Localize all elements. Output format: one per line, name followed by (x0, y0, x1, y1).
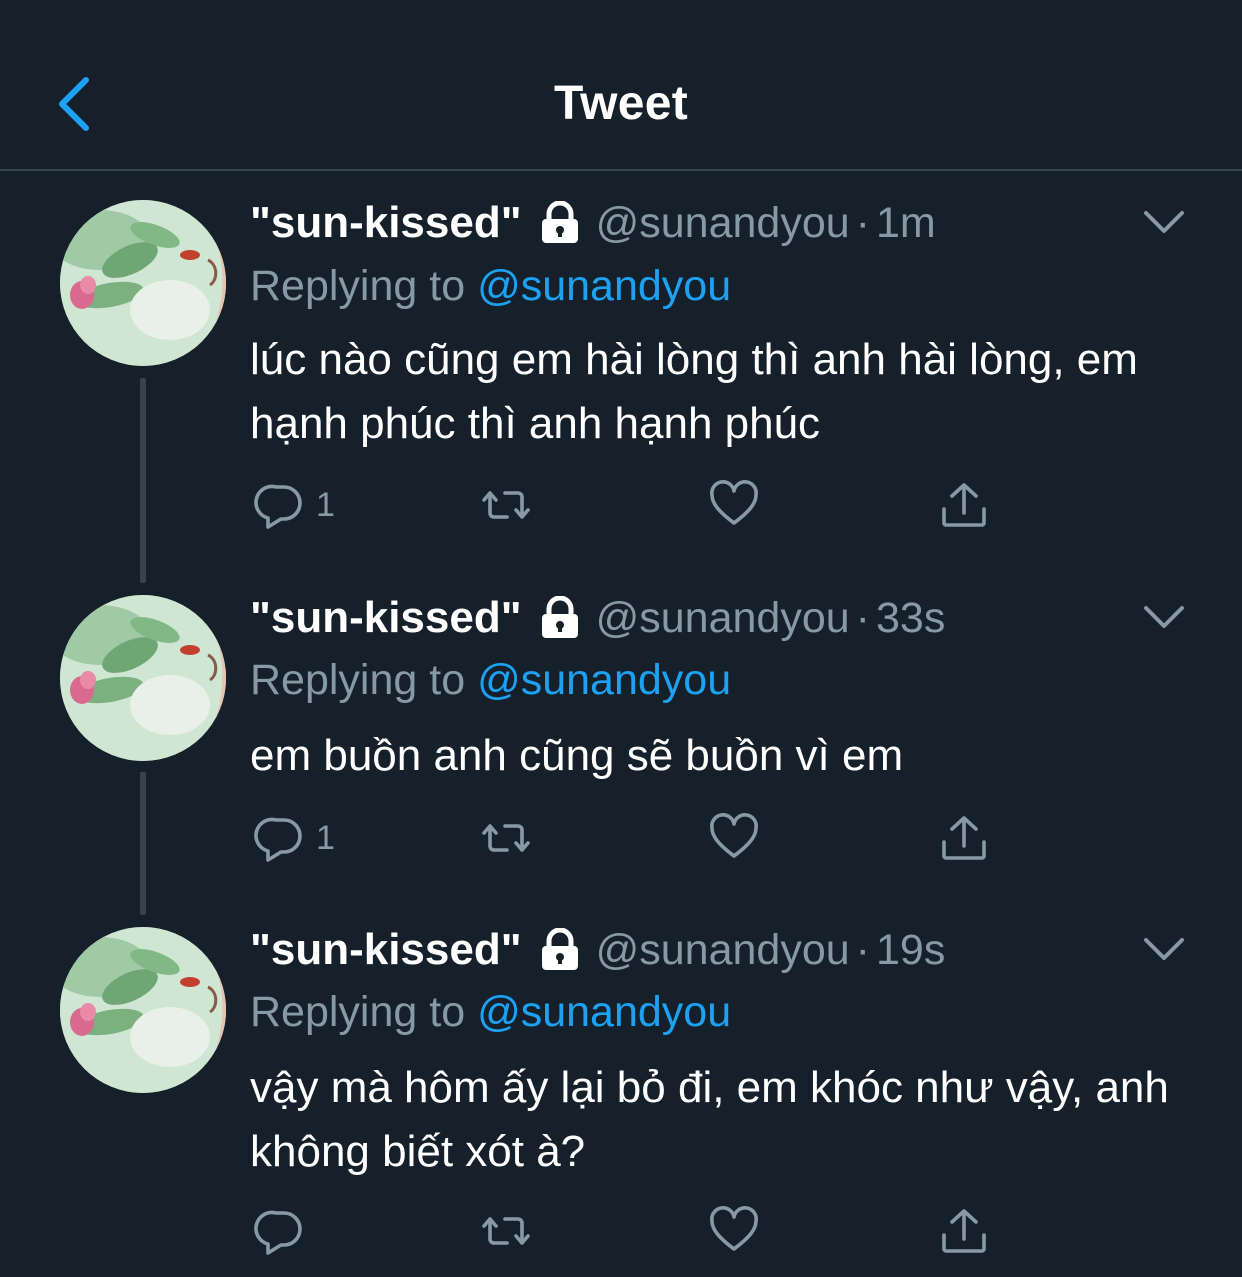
like-icon (708, 479, 760, 531)
display-name[interactable]: "sun-kissed" (250, 925, 522, 975)
tweet-actions: 1 (250, 808, 1010, 868)
timestamp: 33s (875, 593, 946, 642)
reply-icon (254, 479, 306, 531)
timestamp: 1m (875, 198, 936, 247)
separator-dot: · (855, 925, 870, 974)
tweet-actions: 1 (250, 475, 1010, 535)
user-handle[interactable]: @sunandyou (596, 594, 850, 643)
retweet-icon (480, 812, 532, 864)
chevron-down-icon (1140, 598, 1188, 638)
avatar[interactable] (60, 595, 226, 761)
like-icon (708, 812, 760, 864)
page-title: Tweet (554, 77, 688, 130)
lock-icon (538, 928, 582, 972)
avatar[interactable] (60, 927, 226, 1093)
reply-count: 1 (316, 485, 335, 524)
tweet-header: "sun-kissed" @sunandyou · 1m (250, 195, 936, 251)
lock-icon (538, 201, 582, 245)
replying-to-label: Replying to (250, 656, 478, 704)
replying-to-label: Replying to (250, 988, 478, 1036)
user-handle[interactable]: @sunandyou (596, 926, 850, 975)
replying-to-line: Replying to @sunandyou (250, 262, 731, 311)
reply-count: 1 (316, 818, 335, 857)
tweet-thread-screen: Tweet "sun-kissed" @sunandyou · 1m Reply… (0, 0, 1242, 1277)
retweet-icon (480, 1205, 532, 1257)
reply-button[interactable] (254, 1201, 316, 1261)
separator-dot: · (855, 198, 870, 247)
tweet-text: lúc nào cũng em hài lòng thì anh hài lòn… (250, 335, 1138, 448)
avatar-image (60, 595, 226, 761)
replying-to-link[interactable]: @sunandyou (477, 656, 731, 704)
retweet-button[interactable] (480, 1201, 532, 1261)
share-icon (938, 479, 990, 531)
tweet-text: em buồn anh cũng sẽ buồn vì em (250, 731, 904, 780)
thread-connector-line (140, 378, 146, 583)
tweet-menu-button[interactable] (1140, 598, 1188, 638)
chevron-down-icon (1140, 203, 1188, 243)
user-handle[interactable]: @sunandyou (596, 199, 850, 248)
tweet-header: "sun-kissed" @sunandyou · 33s (250, 590, 945, 646)
avatar-image (60, 200, 226, 366)
like-button[interactable] (708, 475, 760, 535)
like-icon (708, 1205, 760, 1257)
tweet-menu-button[interactable] (1140, 203, 1188, 243)
reply-button[interactable]: 1 (254, 808, 335, 868)
tweet-menu-button[interactable] (1140, 930, 1188, 970)
share-icon (938, 812, 990, 864)
share-icon (938, 1205, 990, 1257)
avatar[interactable] (60, 200, 226, 366)
tweet-header: "sun-kissed" @sunandyou · 19s (250, 922, 945, 978)
reply-button[interactable]: 1 (254, 475, 335, 535)
tweet-text: vậy mà hôm ấy lại bỏ đi, em khóc như vậy… (250, 1063, 1169, 1176)
timestamp: 19s (875, 925, 946, 974)
replying-to-line: Replying to @sunandyou (250, 656, 731, 705)
replying-to-line: Replying to @sunandyou (250, 988, 731, 1037)
retweet-button[interactable] (480, 475, 532, 535)
tweet-actions (250, 1201, 1010, 1261)
avatar-image (60, 927, 226, 1093)
like-button[interactable] (708, 1201, 760, 1261)
display-name[interactable]: "sun-kissed" (250, 198, 522, 248)
replying-to-link[interactable]: @sunandyou (477, 988, 731, 1036)
retweet-icon (480, 479, 532, 531)
thread-connector-line (140, 772, 146, 915)
display-name[interactable]: "sun-kissed" (250, 593, 522, 643)
replying-to-label: Replying to (250, 262, 478, 310)
lock-icon (538, 596, 582, 640)
share-button[interactable] (938, 475, 990, 535)
separator-dot: · (855, 593, 870, 642)
like-button[interactable] (708, 808, 760, 868)
reply-icon (254, 1205, 306, 1257)
chevron-down-icon (1140, 930, 1188, 970)
top-navigation-bar: Tweet (0, 0, 1242, 171)
reply-icon (254, 812, 306, 864)
replying-to-link[interactable]: @sunandyou (477, 262, 731, 310)
retweet-button[interactable] (480, 808, 532, 868)
share-button[interactable] (938, 1201, 990, 1261)
share-button[interactable] (938, 808, 990, 868)
